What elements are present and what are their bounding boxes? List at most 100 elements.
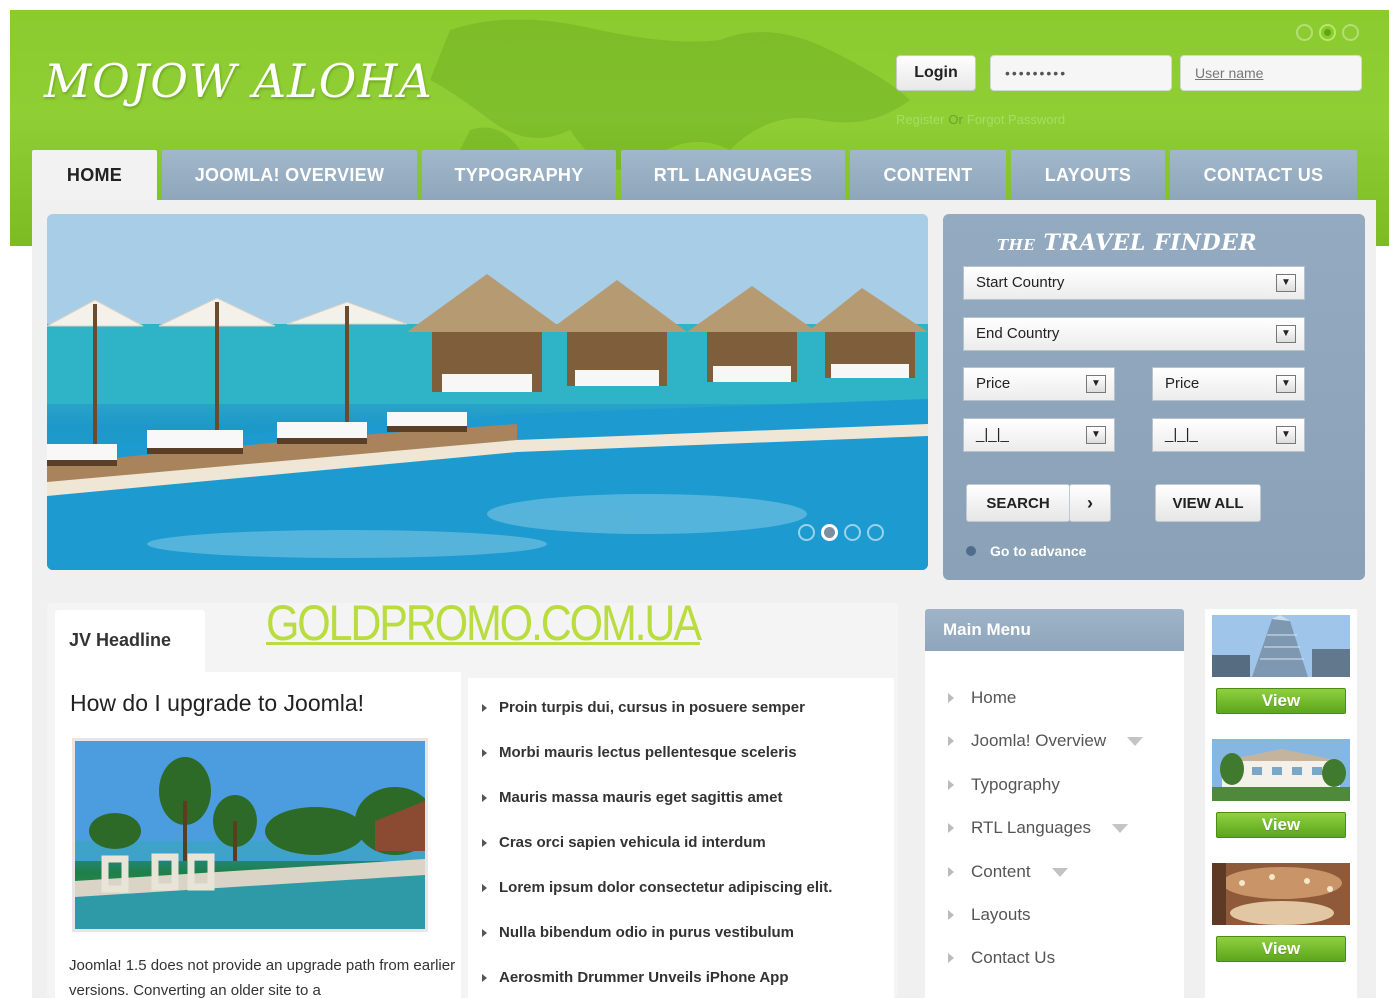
dropdown-arrow-icon[interactable]: ▼ — [1276, 274, 1296, 292]
travel-finder-title: THE TRAVEL FINDER — [997, 230, 1258, 256]
headline-item[interactable]: Proin turpis dui, cursus in posuere semp… — [482, 699, 805, 716]
date-from-value: _|_|_ — [976, 426, 1009, 443]
submenu-chevron-icon[interactable] — [1051, 867, 1068, 877]
menu-item-label: Joomla! Overview — [971, 731, 1107, 750]
lobby-photo — [1212, 863, 1350, 925]
nav-tab-layouts[interactable]: LAYOUTS — [1011, 150, 1165, 200]
theme-dot[interactable] — [1342, 24, 1359, 41]
advanced-search-link[interactable]: Go to advance — [966, 543, 1086, 559]
menu-arrow-icon — [948, 910, 954, 920]
nav-tab-home[interactable]: HOME — [32, 150, 157, 200]
dropdown-arrow-icon[interactable]: ▼ — [1276, 426, 1296, 444]
nav-tab-content[interactable]: CONTENT — [850, 150, 1006, 200]
article-image[interactable] — [72, 738, 428, 932]
main-menu-title: Main Menu — [925, 609, 1184, 651]
slide-dot-active[interactable] — [821, 524, 838, 541]
price-to-select[interactable]: Price ▼ — [1152, 367, 1305, 401]
bullet-arrow-icon — [482, 973, 487, 982]
theme-switcher — [1296, 24, 1359, 41]
forgot-password-link[interactable]: Forgot Password — [967, 112, 1065, 127]
menu-item-layouts[interactable]: Layouts — [948, 905, 1031, 925]
hero-slideshow[interactable] — [47, 214, 928, 570]
article-title[interactable]: How do I upgrade to Joomla! — [70, 690, 364, 717]
headline-item[interactable]: Lorem ipsum dolor consectetur adipiscing… — [482, 879, 832, 896]
search-arrow-button[interactable]: › — [1069, 484, 1111, 522]
password-field[interactable]: ••••••••• — [990, 55, 1172, 91]
resort-pool-image — [47, 214, 928, 570]
menu-item-rtl-languages[interactable]: RTL Languages — [948, 818, 1129, 838]
nav-tab-joomla-overview[interactable]: JOOMLA! OVERVIEW — [162, 150, 417, 200]
username-field[interactable]: User name — [1180, 55, 1362, 91]
nav-tab-contact-us[interactable]: CONTACT US — [1170, 150, 1357, 200]
submenu-chevron-icon[interactable] — [1112, 823, 1129, 833]
headline-item[interactable]: Mauris massa mauris eget sagittis amet — [482, 789, 782, 806]
hotel-photo — [1212, 739, 1350, 801]
building-photo — [1212, 615, 1350, 677]
view-all-button[interactable]: VIEW ALL — [1155, 484, 1261, 522]
theme-dot-active[interactable] — [1319, 24, 1336, 41]
date-to-select[interactable]: _|_|_ ▼ — [1152, 418, 1305, 452]
price-to-value: Price — [1165, 375, 1200, 392]
world-map-graphic — [430, 19, 910, 170]
menu-arrow-icon — [948, 780, 954, 790]
slide-dot[interactable] — [798, 524, 815, 541]
lobby-thumbnail[interactable] — [1212, 863, 1350, 925]
bullet-arrow-icon — [482, 928, 487, 937]
bullet-arrow-icon — [482, 838, 487, 847]
site-logo[interactable]: MOJOW ALOHA — [44, 54, 433, 108]
register-link[interactable]: Register — [896, 112, 944, 127]
menu-item-label: Typography — [971, 775, 1060, 794]
menu-item-label: Layouts — [971, 905, 1031, 924]
submenu-chevron-icon[interactable] — [1127, 736, 1144, 746]
slide-dot[interactable] — [867, 524, 884, 541]
price-from-select[interactable]: Price ▼ — [963, 367, 1115, 401]
menu-item-joomla-overview[interactable]: Joomla! Overview — [948, 731, 1144, 751]
headline-item-label: Mauris massa mauris eget sagittis amet — [499, 789, 783, 806]
building-thumbnail[interactable] — [1212, 615, 1350, 677]
date-from-select[interactable]: _|_|_ ▼ — [963, 418, 1115, 452]
login-button[interactable]: Login — [896, 55, 976, 91]
menu-item-home[interactable]: Home — [948, 688, 1016, 708]
headline-item[interactable]: Aerosmith Drummer Unveils iPhone App — [482, 969, 789, 986]
headline-item[interactable]: Morbi mauris lectus pellentesque sceleri… — [482, 744, 797, 761]
headline-item-label: Morbi mauris lectus pellentesque sceleri… — [499, 744, 797, 761]
view-button[interactable]: View — [1216, 688, 1346, 714]
hotel-thumbnail[interactable] — [1212, 739, 1350, 801]
theme-dot[interactable] — [1296, 24, 1313, 41]
watermark-text: GOLDPROMO.COM.UA — [266, 595, 702, 651]
nav-tab-typography[interactable]: TYPOGRAPHY — [422, 150, 616, 200]
headline-item-label: Aerosmith Drummer Unveils iPhone App — [499, 969, 789, 986]
tropical-pool-photo — [75, 741, 425, 929]
menu-arrow-icon — [948, 693, 954, 703]
end-country-select[interactable]: End Country ▼ — [963, 317, 1305, 351]
menu-item-label: Home — [971, 688, 1017, 707]
menu-item-contact-us[interactable]: Contact Us — [948, 948, 1055, 968]
menu-arrow-icon — [948, 867, 954, 877]
search-button[interactable]: SEARCH — [966, 484, 1070, 522]
login-links: Register Or Forgot Password — [896, 112, 1065, 127]
slide-dot[interactable] — [844, 524, 861, 541]
dropdown-arrow-icon[interactable]: ▼ — [1276, 325, 1296, 343]
headline-tab[interactable]: JV Headline — [55, 610, 205, 672]
dropdown-arrow-icon[interactable]: ▼ — [1086, 375, 1106, 393]
slideshow-pager — [798, 524, 884, 541]
headline-item-label: Cras orci sapien vehicula id interdum — [499, 834, 766, 851]
bullet-arrow-icon — [482, 793, 487, 802]
menu-item-label: Contact Us — [971, 948, 1056, 967]
view-button[interactable]: View — [1216, 812, 1346, 838]
start-country-select[interactable]: Start Country ▼ — [963, 266, 1305, 300]
headline-item[interactable]: Nulla bibendum odio in purus vestibulum — [482, 924, 794, 941]
dropdown-arrow-icon[interactable]: ▼ — [1276, 375, 1296, 393]
menu-item-typography[interactable]: Typography — [948, 775, 1060, 795]
dropdown-arrow-icon[interactable]: ▼ — [1086, 426, 1106, 444]
headline-item-label: Lorem ipsum dolor consectetur adipiscing… — [499, 879, 833, 896]
bullet-icon — [966, 546, 976, 556]
view-button[interactable]: View — [1216, 936, 1346, 962]
nav-tab-rtl-languages[interactable]: RTL LANGUAGES — [621, 150, 845, 200]
headline-item-label: Proin turpis dui, cursus in posuere semp… — [499, 699, 805, 716]
menu-arrow-icon — [948, 953, 954, 963]
menu-item-content[interactable]: Content — [948, 862, 1068, 882]
headline-item[interactable]: Cras orci sapien vehicula id interdum — [482, 834, 766, 851]
start-country-value: Start Country — [976, 274, 1065, 291]
main-navigation: HOME JOOMLA! OVERVIEW TYPOGRAPHY RTL LAN… — [32, 150, 1362, 200]
